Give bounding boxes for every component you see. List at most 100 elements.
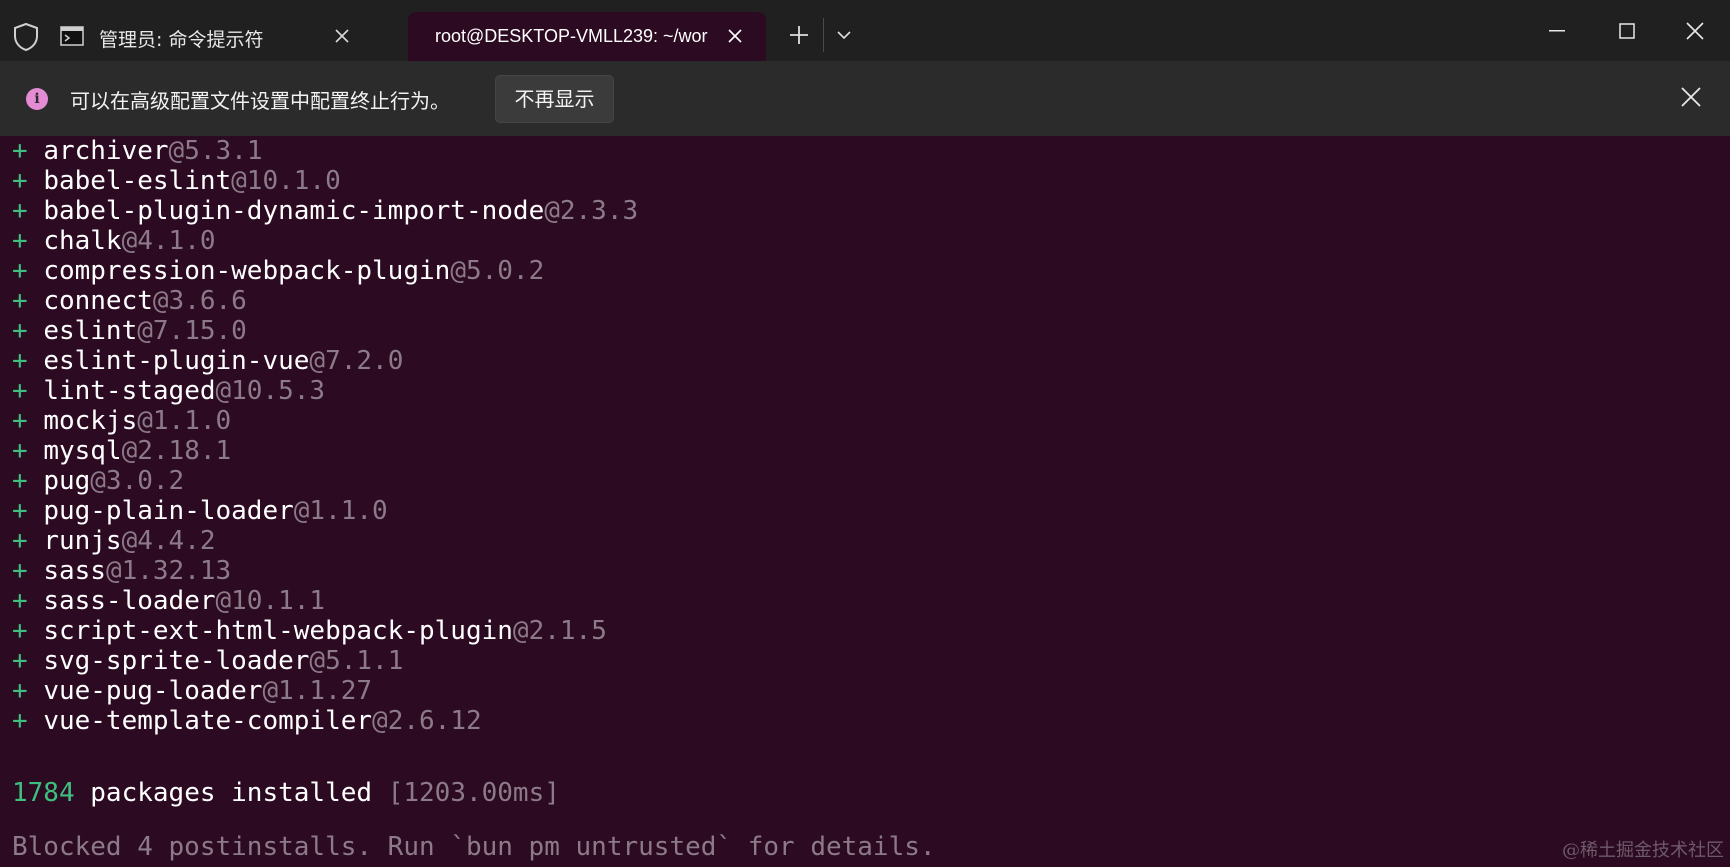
plus-marker: +	[12, 196, 28, 226]
package-name: eslint-plugin-vue	[43, 346, 310, 376]
package-version: @1.1.0	[137, 406, 232, 436]
terminal-icon	[60, 26, 84, 46]
maximize-icon	[1619, 23, 1635, 39]
plus-marker: +	[12, 256, 28, 286]
package-line: + vue-template-compiler@2.6.12	[12, 706, 482, 736]
tab-wsl-close-icon[interactable]	[725, 26, 745, 46]
plus-marker: +	[12, 226, 28, 256]
close-window-button[interactable]	[1665, 10, 1725, 52]
package-line: + runjs@4.4.2	[12, 526, 216, 556]
package-line: + babel-plugin-dynamic-import-node@2.3.3	[12, 196, 638, 226]
package-name: archiver	[43, 136, 169, 166]
watermark: @稀土掘金技术社区	[1562, 840, 1724, 861]
install-timing: [1203.00ms]	[387, 778, 560, 808]
package-line: + svg-sprite-loader@5.1.1	[12, 646, 403, 676]
plus-marker: +	[12, 136, 28, 166]
plus-marker: +	[12, 496, 28, 526]
package-line: + archiver@5.3.1	[12, 136, 262, 166]
package-line: + mockjs@1.1.0	[12, 406, 231, 436]
package-name: sass-loader	[43, 586, 216, 616]
package-line: + mysql@2.18.1	[12, 436, 231, 466]
plus-marker: +	[12, 346, 28, 376]
package-line: + eslint@7.15.0	[12, 316, 247, 346]
package-name: vue-pug-loader	[43, 676, 263, 706]
package-line: + compression-webpack-plugin@5.0.2	[12, 256, 544, 286]
tab-wsl[interactable]: root@DESKTOP-VMLL239: ~/wor	[408, 12, 766, 61]
package-version: @4.1.0	[121, 226, 216, 256]
minimize-icon	[1549, 30, 1565, 32]
package-line: + vue-pug-loader@1.1.27	[12, 676, 372, 706]
plus-icon[interactable]	[788, 24, 810, 46]
package-line: + pug-plain-loader@1.1.0	[12, 496, 388, 526]
plus-marker: +	[12, 166, 28, 196]
plus-marker: +	[12, 406, 28, 436]
package-version: @10.1.0	[231, 166, 341, 196]
package-version: @5.3.1	[168, 136, 263, 166]
terminal-output[interactable]: + archiver@5.3.1 + babel-eslint@10.1.0 + b…	[0, 136, 1730, 867]
plus-marker: +	[12, 436, 28, 466]
maximize-button[interactable]	[1597, 10, 1657, 52]
plus-marker: +	[12, 706, 28, 736]
package-name: mockjs	[43, 406, 138, 436]
package-name: eslint	[43, 316, 138, 346]
package-count: 1784	[12, 778, 75, 808]
plus-marker: +	[12, 586, 28, 616]
package-version: @1.1.27	[262, 676, 373, 706]
package-line: + chalk@4.1.0	[12, 226, 216, 256]
package-line: + sass@1.32.13	[12, 556, 231, 586]
shield-icon[interactable]	[12, 22, 40, 52]
info-icon: i	[26, 88, 48, 110]
package-version: @3.0.2	[90, 466, 185, 496]
info-message: 可以在高级配置文件设置中配置终止行为。	[70, 89, 450, 113]
plus-marker: +	[12, 556, 28, 586]
package-line: + script-ext-html-webpack-plugin@2.1.5	[12, 616, 607, 646]
blocked-postinstalls-line: Blocked 4 postinstalls. Run `bun pm untr…	[12, 832, 936, 862]
package-name: script-ext-html-webpack-plugin	[43, 616, 513, 646]
package-version: @3.6.6	[152, 286, 247, 316]
package-version: @2.3.3	[544, 196, 639, 226]
package-line: + lint-staged@10.5.3	[12, 376, 325, 406]
plus-marker: +	[12, 376, 28, 406]
plus-marker: +	[12, 646, 28, 676]
chevron-down-icon[interactable]	[836, 28, 852, 42]
package-version: @10.1.1	[215, 586, 326, 616]
package-version: @2.18.1	[121, 436, 232, 466]
package-name: babel-eslint	[43, 166, 232, 196]
package-name: connect	[43, 286, 153, 316]
summary-text: packages installed	[74, 778, 388, 808]
plus-marker: +	[12, 526, 28, 556]
package-line: + eslint-plugin-vue@7.2.0	[12, 346, 403, 376]
tab-cmd[interactable]: 管理员: 命令提示符	[52, 12, 402, 61]
tab-cmd-close-icon[interactable]	[332, 26, 352, 46]
tab-separator	[823, 18, 824, 52]
package-line: + connect@3.6.6	[12, 286, 247, 316]
package-line: + sass-loader@10.1.1	[12, 586, 325, 616]
plus-marker: +	[12, 616, 28, 646]
dont-show-again-button[interactable]: 不再显示	[495, 75, 614, 123]
install-summary: 1784 packages installed [1203.00ms]	[12, 778, 560, 808]
package-version: @5.0.2	[450, 256, 545, 286]
package-name: pug-plain-loader	[43, 496, 294, 526]
info-bar-close-icon[interactable]	[1680, 86, 1702, 108]
package-name: lint-staged	[43, 376, 216, 406]
tab-wsl-title: root@DESKTOP-VMLL239: ~/wor	[435, 26, 708, 46]
package-name: babel-plugin-dynamic-import-node	[43, 196, 545, 226]
minimize-button[interactable]	[1527, 10, 1587, 52]
package-name: vue-template-compiler	[43, 706, 373, 736]
package-version: @2.1.5	[512, 616, 607, 646]
package-name: chalk	[43, 226, 122, 256]
package-line: + babel-eslint@10.1.0	[12, 166, 341, 196]
package-version: @4.4.2	[121, 526, 216, 556]
plus-marker: +	[12, 316, 28, 346]
package-name: svg-sprite-loader	[43, 646, 310, 676]
package-version: @1.1.0	[293, 496, 388, 526]
info-bar: i 可以在高级配置文件设置中配置终止行为。 不再显示	[0, 61, 1730, 136]
plus-marker: +	[12, 466, 28, 496]
package-version: @7.15.0	[137, 316, 247, 346]
plus-marker: +	[12, 286, 28, 316]
package-name: compression-webpack-plugin	[43, 256, 451, 286]
package-version: @1.32.13	[105, 556, 232, 586]
package-version: @7.2.0	[309, 346, 404, 376]
package-name: runjs	[43, 526, 122, 556]
title-bar: 管理员: 命令提示符 root@DESKTOP-VMLL239: ~/wor	[0, 0, 1730, 61]
